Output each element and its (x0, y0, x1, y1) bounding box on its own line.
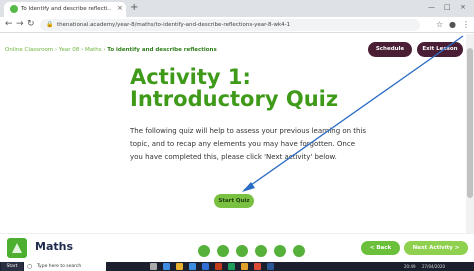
powerpoint-icon[interactable] (215, 263, 222, 270)
progress-dots (198, 242, 307, 261)
tray-time[interactable]: 20:49 (404, 262, 416, 271)
app-icon[interactable] (241, 263, 248, 270)
oak-logo-icon (7, 238, 27, 258)
lock-icon: 🔒 (46, 21, 54, 28)
browser-tab-strip: To Identify and describe reflecti... × +… (0, 0, 474, 17)
edge-icon[interactable] (163, 263, 170, 270)
maximize-button[interactable]: □ (444, 3, 451, 12)
store-icon[interactable] (189, 263, 196, 270)
profile-icon[interactable]: ● (449, 20, 456, 30)
task-view-icon[interactable] (150, 263, 157, 270)
subject-title: Maths (35, 240, 74, 253)
annotation-arrow (242, 35, 464, 192)
progress-dot[interactable] (255, 245, 268, 257)
tab-close-icon[interactable]: × (117, 4, 123, 13)
progress-dot[interactable] (293, 245, 306, 257)
reload-icon[interactable]: ↻ (27, 19, 35, 30)
minimize-button[interactable]: — (428, 3, 435, 12)
browser-tab[interactable]: To Identify and describe reflecti... × (4, 2, 126, 17)
tray-date[interactable]: 27/04/2020 (422, 262, 445, 271)
windows-taskbar: Start ○ Type here to search 20:49 27/04/… (0, 262, 474, 271)
progress-dot[interactable] (236, 245, 249, 257)
start-button[interactable]: Start (1, 262, 23, 271)
back-button[interactable]: < Back (361, 241, 400, 255)
menu-icon[interactable]: ⋮ (462, 20, 470, 30)
screen: To Identify and describe reflecti... × +… (0, 0, 474, 271)
tab-title: To Identify and describe reflecti... (21, 6, 111, 12)
close-window-button[interactable]: × (460, 3, 466, 12)
progress-dot[interactable] (217, 245, 230, 257)
taskbar-search-input[interactable]: ○ Type here to search (24, 262, 106, 271)
star-icon[interactable]: ☆ (436, 20, 443, 30)
forward-icon[interactable]: → (16, 19, 24, 30)
favicon-icon (10, 5, 18, 13)
browser-toolbar: ← → ↻ 🔒 thenational.academy/year-8/maths… (0, 17, 474, 33)
mail-icon[interactable] (202, 263, 209, 270)
excel-icon[interactable] (228, 263, 235, 270)
file-explorer-icon[interactable] (176, 263, 183, 270)
lesson-page: Online Classroom › Year 08 › Maths › To … (0, 34, 474, 262)
lesson-footer: Maths < Back Next Activity > (0, 233, 474, 262)
back-icon[interactable]: ← (5, 19, 13, 30)
progress-dot[interactable] (274, 245, 287, 257)
arrow-line (243, 35, 464, 191)
search-icon: ○ (27, 263, 33, 270)
word-icon[interactable] (267, 263, 274, 270)
chrome-icon[interactable] (254, 263, 261, 270)
address-bar[interactable]: 🔒 thenational.academy/year-8/maths/to-id… (40, 19, 420, 31)
progress-dot[interactable] (198, 245, 210, 257)
next-activity-button[interactable]: Next Activity > (404, 241, 468, 255)
search-placeholder: Type here to search (37, 264, 82, 269)
new-tab-button[interactable]: + (130, 3, 138, 13)
url-text: thenational.academy/year-8/maths/to-iden… (57, 22, 291, 28)
